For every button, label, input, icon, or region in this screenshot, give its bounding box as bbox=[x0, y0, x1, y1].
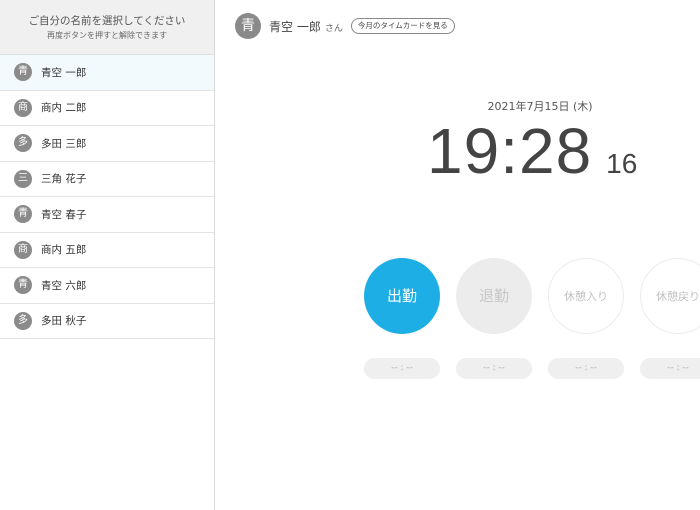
clock-out-button[interactable]: 退勤 bbox=[456, 258, 532, 334]
employee-name: 多田 三郎 bbox=[41, 137, 87, 150]
employee-item[interactable]: 商 商内 五郎 bbox=[0, 233, 214, 268]
employee-name: 青空 一郎 bbox=[41, 66, 87, 79]
clock: 19:28 16 bbox=[427, 114, 637, 188]
sidebar-hint: 再度ボタンを押すと解除できます bbox=[47, 31, 167, 40]
main-panel: 青 青空 一郎 さん 今月のタイムカードを見る 2021年7月15日 (木) 1… bbox=[215, 0, 700, 510]
avatar: 三 bbox=[14, 169, 32, 188]
employee-sidebar: ご自分の名前を選択してください 再度ボタンを押すと解除できます 青 青空 一郎 … bbox=[0, 0, 215, 510]
avatar: 青 bbox=[235, 13, 261, 39]
avatar: 多 bbox=[14, 311, 32, 330]
employee-name: 三角 花子 bbox=[41, 173, 87, 186]
selected-user-bar: 青 青空 一郎 さん 今月のタイムカードを見る bbox=[235, 13, 455, 39]
timecard-link[interactable]: 今月のタイムカードを見る bbox=[350, 18, 455, 34]
clock-in-time: -- : -- bbox=[364, 358, 440, 379]
employee-list: 青 青空 一郎 商 商内 二郎 多 多田 三郎 三 三角 花子 青 青空 春子 … bbox=[0, 55, 214, 339]
avatar: 青 bbox=[14, 205, 32, 224]
avatar: 青 bbox=[14, 276, 32, 295]
avatar: 商 bbox=[14, 98, 32, 117]
avatar: 商 bbox=[14, 240, 32, 259]
break-end-button[interactable]: 休憩戻り bbox=[640, 258, 700, 334]
employee-name: 青空 春子 bbox=[41, 208, 87, 221]
break-start-button[interactable]: 休憩入り bbox=[548, 258, 624, 334]
employee-item[interactable]: 多 多田 秋子 bbox=[0, 304, 214, 339]
employee-name: 多田 秋子 bbox=[41, 315, 87, 328]
break-start-time: -- : -- bbox=[548, 358, 624, 379]
break-end-time: -- : -- bbox=[640, 358, 700, 379]
employee-item[interactable]: 青 青空 六郎 bbox=[0, 268, 214, 304]
employee-item[interactable]: 多 多田 三郎 bbox=[0, 126, 214, 162]
clock-hours-minutes: 19:28 bbox=[427, 115, 593, 187]
employee-item[interactable]: 三 三角 花子 bbox=[0, 162, 214, 197]
honorific: さん bbox=[324, 23, 343, 34]
employee-item[interactable]: 商 商内 二郎 bbox=[0, 91, 214, 126]
employee-item[interactable]: 青 青空 一郎 bbox=[0, 55, 214, 91]
sidebar-header: ご自分の名前を選択してください 再度ボタンを押すと解除できます bbox=[0, 0, 214, 55]
selected-user-name: 青空 一郎 bbox=[269, 19, 321, 34]
clock-out-time: -- : -- bbox=[456, 358, 532, 379]
clock-in-button[interactable]: 出勤 bbox=[364, 258, 440, 334]
employee-name: 商内 二郎 bbox=[41, 102, 87, 115]
avatar: 青 bbox=[14, 63, 32, 82]
avatar: 多 bbox=[14, 134, 32, 153]
clock-seconds: 16 bbox=[606, 148, 638, 179]
sidebar-instruction: ご自分の名前を選択してください bbox=[28, 15, 186, 27]
employee-name: 商内 五郎 bbox=[41, 244, 87, 257]
current-date: 2021年7月15日 (木) bbox=[487, 100, 593, 113]
employee-item[interactable]: 青 青空 春子 bbox=[0, 197, 214, 233]
employee-name: 青空 六郎 bbox=[41, 279, 87, 292]
